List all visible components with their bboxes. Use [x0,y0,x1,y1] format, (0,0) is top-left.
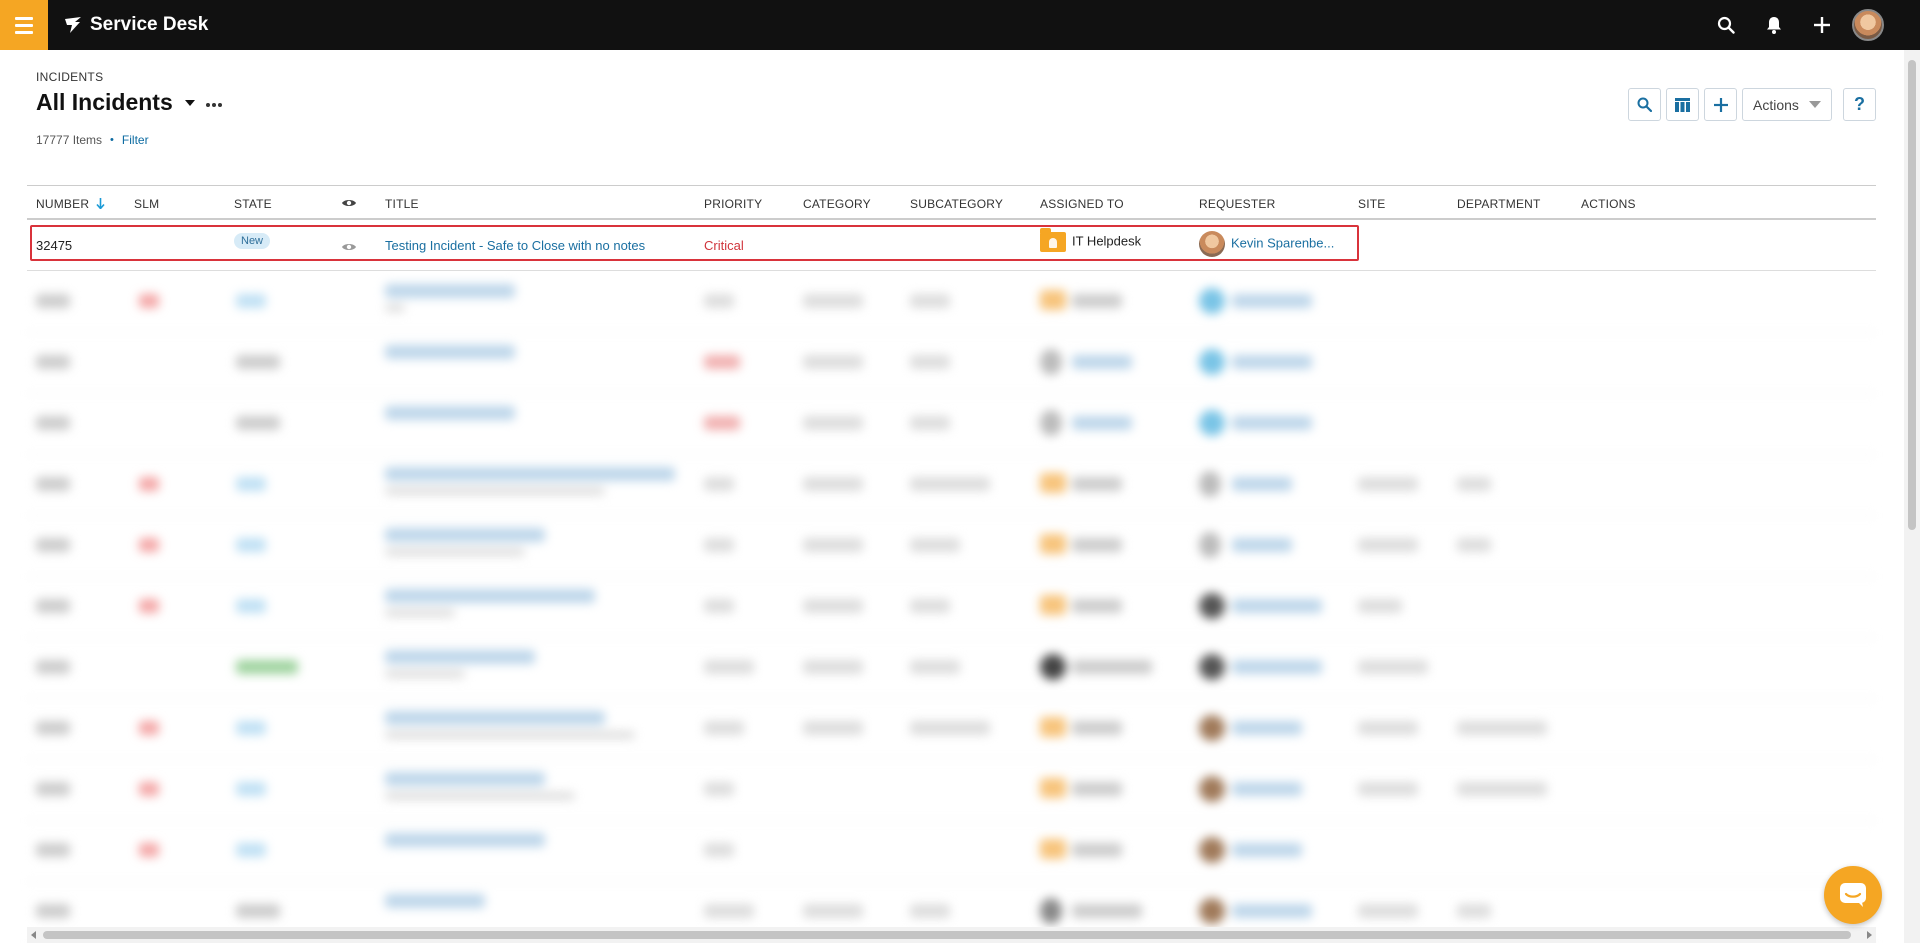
plus-icon [1713,97,1728,112]
horizontal-scrollbar[interactable] [27,927,1876,943]
column-header-priority[interactable]: PRIORITY [704,197,762,211]
chevron-down-icon [184,99,195,106]
view-selector[interactable]: All Incidents [36,89,195,116]
search-icon [1717,16,1735,34]
column-header-actions[interactable]: ACTIONS [1581,197,1636,211]
group-folder-icon [1040,228,1066,252]
column-header-number[interactable]: NUMBER [36,197,105,211]
row-highlight-frame [30,225,1359,261]
column-header-requester[interactable]: REQUESTER [1199,197,1275,211]
horizontal-scroll-thumb[interactable] [43,931,1851,939]
page-title: All Incidents [36,89,173,115]
separator-dot: • [110,134,114,146]
requester-name: Kevin Sparenbe... [1231,235,1335,251]
eye-icon [342,200,356,206]
chat-launcher-button[interactable] [1824,866,1882,924]
help-button[interactable]: ? [1843,88,1876,121]
column-header-category[interactable]: CATEGORY [803,197,871,211]
chat-icon [1840,883,1866,907]
add-incident-button[interactable] [1704,88,1737,121]
watch-toggle[interactable] [341,240,357,255]
notifications-button[interactable] [1750,0,1798,50]
breadcrumb[interactable]: INCIDENTS [36,70,103,84]
assigned-to-cell[interactable]: IT Helpdesk [1040,228,1142,252]
column-header-site[interactable]: SITE [1358,197,1385,211]
vertical-scroll-thumb[interactable] [1908,60,1916,530]
list-toolbar: Actions ? [1628,88,1876,121]
blurred-rows [27,272,1876,943]
actions-dropdown[interactable]: Actions [1742,88,1832,121]
top-bar: Service Desk [0,0,1920,50]
global-search-button[interactable] [1702,0,1750,50]
search-list-button[interactable] [1628,88,1661,121]
priority-value: Critical [704,238,744,253]
table-header: NUMBER SLM STATE TITLE PRIORITY CATEGORY… [27,185,1876,220]
scroll-left-arrow-icon[interactable] [31,931,36,939]
app-brand[interactable]: Service Desk [64,13,208,37]
ellipsis-icon [206,103,222,107]
incident-title-link[interactable]: Testing Incident - Safe to Close with no… [385,238,645,253]
more-options-button[interactable] [205,94,223,108]
hamburger-icon [15,16,33,20]
eye-icon [342,244,356,250]
incidents-table: NUMBER SLM STATE TITLE PRIORITY CATEGORY… [27,185,1876,271]
vertical-scrollbar[interactable] [1904,50,1920,943]
service-desk-logo-icon [65,17,81,33]
top-actions [1702,0,1920,50]
assigned-to-name: IT Helpdesk [1072,233,1142,249]
table-row[interactable]: 32475 New Testing Incident - Safe to Clo… [27,220,1876,271]
requester-cell[interactable]: Kevin Sparenbe... [1199,231,1334,257]
column-header-subcategory[interactable]: SUBCATEGORY [910,197,1003,211]
column-header-title[interactable]: TITLE [385,197,419,211]
columns-button[interactable] [1666,88,1699,121]
column-header-assigned-to[interactable]: ASSIGNED TO [1040,197,1124,211]
sort-down-arrow-icon [96,198,105,210]
hamburger-menu-button[interactable] [0,0,48,50]
plus-icon [1814,17,1830,33]
create-new-button[interactable] [1798,0,1846,50]
column-header-state[interactable]: STATE [234,197,272,211]
chevron-down-icon [1809,101,1821,108]
state-badge: New [234,232,271,249]
list-summary: 17777 Items • Filter [36,133,149,147]
brand-title: Service Desk [90,14,209,35]
requester-avatar [1199,231,1225,257]
search-icon [1637,97,1652,112]
bell-icon [1767,17,1781,34]
filter-link[interactable]: Filter [122,133,149,147]
actions-label: Actions [1753,96,1799,113]
column-header-watch[interactable] [341,197,357,211]
item-count: 17777 Items [36,133,103,147]
column-header-department[interactable]: DEPARTMENT [1457,197,1541,211]
incident-number: 32475 [36,238,73,253]
scroll-right-arrow-icon[interactable] [1867,931,1872,939]
columns-icon [1675,97,1690,112]
column-header-slm[interactable]: SLM [134,197,159,211]
user-avatar[interactable] [1852,9,1884,41]
